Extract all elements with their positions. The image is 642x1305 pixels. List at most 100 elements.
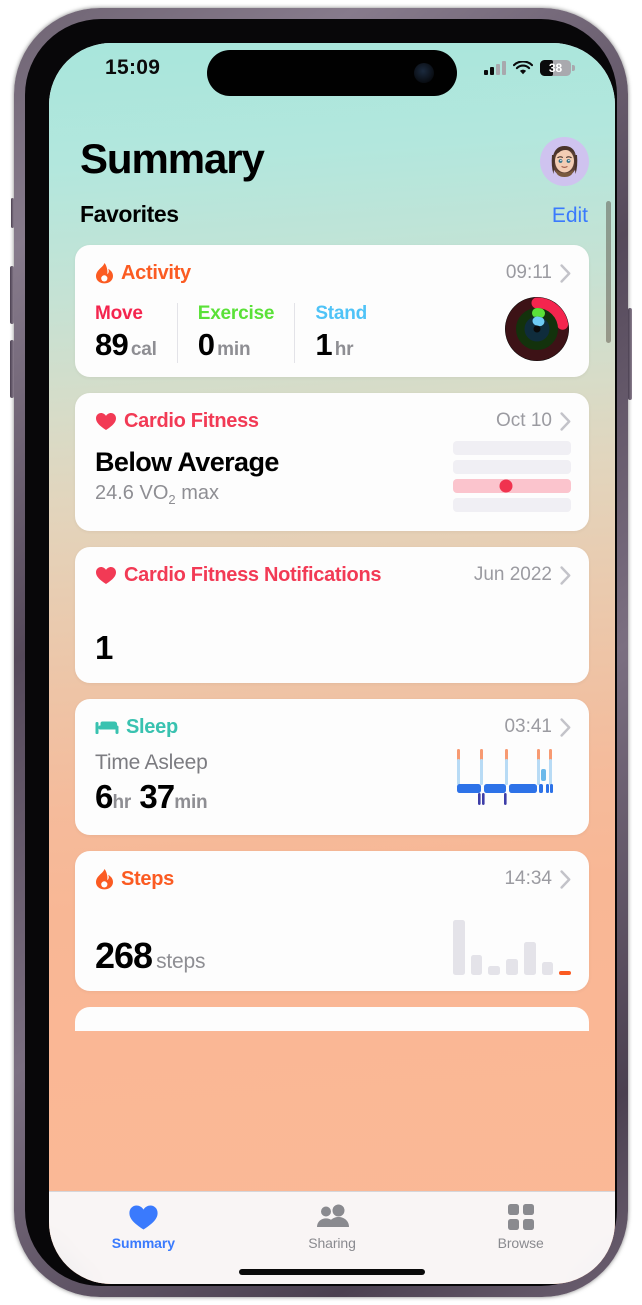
cardio-fitness-vo2-suffix: max bbox=[181, 482, 219, 504]
cardio-fitness-notifications-body: 1 bbox=[95, 589, 571, 669]
cardio-range-bar-above-average bbox=[453, 460, 571, 474]
exercise-unit: min bbox=[217, 339, 251, 360]
steps-bar bbox=[470, 955, 483, 975]
tab-summary[interactable]: Summary bbox=[49, 1192, 238, 1284]
steps-bar bbox=[506, 959, 518, 975]
steps-card-meta: 14:34 bbox=[504, 868, 571, 890]
move-unit: cal bbox=[130, 339, 157, 360]
steps-mini-chart bbox=[453, 913, 572, 975]
cellular-signal-icon bbox=[484, 61, 506, 75]
cardio-range-bar-low bbox=[453, 498, 571, 512]
stand-value: 1 bbox=[315, 327, 332, 362]
grid-icon bbox=[507, 1202, 534, 1232]
battery-icon: 38 bbox=[540, 60, 575, 76]
sleep-card-body: Time Asleep 6hr 37min bbox=[95, 741, 571, 821]
steps-unit: steps bbox=[156, 950, 206, 973]
activity-metric-stand: Stand 1 hr bbox=[294, 303, 387, 363]
tab-summary-label: Summary bbox=[111, 1235, 175, 1251]
tab-sharing-label: Sharing bbox=[308, 1235, 356, 1251]
sleep-minutes: 37 bbox=[139, 778, 175, 815]
steps-bar bbox=[453, 920, 465, 975]
cardio-fitness-vo2-sub: 2 bbox=[168, 492, 176, 507]
cardio-fitness-card-meta: Oct 10 bbox=[496, 410, 571, 432]
tab-browse[interactable]: Browse bbox=[426, 1192, 615, 1284]
move-value-row: 89 cal bbox=[95, 327, 157, 363]
favorites-section-header: Favorites Edit bbox=[49, 193, 615, 245]
exercise-value-row: 0 min bbox=[198, 327, 275, 363]
cardio-range-bar-below-average bbox=[453, 479, 571, 493]
steps-bar bbox=[523, 942, 536, 975]
exercise-value: 0 bbox=[197, 327, 215, 362]
heart-icon bbox=[128, 1202, 159, 1232]
sleep-card[interactable]: Sleep 03:41 Time Asleep 6hr 37min bbox=[75, 699, 589, 835]
steps-timestamp: 14:34 bbox=[504, 868, 552, 889]
page-header: Summary bbox=[49, 97, 615, 193]
stand-unit: hr bbox=[334, 339, 354, 360]
steps-card[interactable]: Steps 14:34 268 steps bbox=[75, 851, 589, 991]
sleep-timestamp: 03:41 bbox=[504, 716, 552, 737]
flame-icon bbox=[95, 262, 114, 284]
activity-card-header: Activity 09:11 bbox=[95, 259, 571, 287]
cardio-fitness-notifications-header: Cardio Fitness Notifications Jun 2022 bbox=[95, 561, 571, 589]
chevron-right-icon bbox=[560, 717, 571, 737]
cardio-fitness-vo2-value: 24.6 bbox=[95, 482, 134, 504]
cardio-fitness-notifications-timestamp: Jun 2022 bbox=[473, 564, 552, 585]
cardio-fitness-notifications-card[interactable]: Cardio Fitness Notifications Jun 2022 1 bbox=[75, 547, 589, 683]
page-title: Summary bbox=[80, 135, 265, 182]
steps-card-header: Steps 14:34 bbox=[95, 865, 571, 893]
volume-up-button[interactable] bbox=[10, 266, 14, 324]
status-bar-clock: 15:09 bbox=[105, 56, 161, 79]
move-value: 89 bbox=[95, 327, 129, 362]
cardio-fitness-notifications-meta: Jun 2022 bbox=[474, 564, 571, 586]
activity-metric-move: Move 89 cal bbox=[95, 303, 177, 363]
exercise-label: Exercise bbox=[197, 303, 275, 324]
activity-card-title: Activity bbox=[121, 261, 191, 284]
next-card-partial[interactable] bbox=[75, 1007, 589, 1031]
chevron-right-icon bbox=[560, 869, 571, 889]
cardio-fitness-card-body: Below Average 24.6 VO2 max bbox=[95, 435, 571, 517]
phone-bezel: 15:09 38 Summary Favorites Edit Activity… bbox=[25, 19, 617, 1286]
mute-switch[interactable] bbox=[11, 198, 14, 228]
edit-button[interactable]: Edit bbox=[552, 204, 588, 228]
people-icon bbox=[315, 1202, 349, 1232]
sleep-card-title: Sleep bbox=[126, 715, 178, 738]
cardio-fitness-range-bars bbox=[453, 441, 571, 512]
cardio-range-marker-dot bbox=[499, 479, 513, 493]
steps-count: 268 bbox=[95, 935, 153, 976]
sleep-minutes-unit: min bbox=[174, 792, 208, 813]
home-indicator[interactable] bbox=[239, 1269, 425, 1275]
scroll-indicator[interactable] bbox=[606, 201, 611, 343]
sleep-stages-chart bbox=[457, 749, 553, 805]
sleep-card-meta: 03:41 bbox=[504, 716, 571, 738]
cardio-fitness-vo2-prefix: VO bbox=[139, 482, 169, 504]
volume-down-button[interactable] bbox=[10, 340, 14, 398]
cardio-fitness-card-header: Cardio Fitness Oct 10 bbox=[95, 407, 571, 435]
battery-percent-label: 38 bbox=[548, 61, 563, 75]
steps-value-row: 268 steps bbox=[95, 935, 205, 977]
heart-icon bbox=[95, 566, 117, 585]
front-camera-icon bbox=[414, 63, 434, 83]
favorites-title: Favorites bbox=[80, 201, 179, 227]
heart-icon bbox=[95, 412, 117, 431]
wifi-icon bbox=[513, 60, 533, 74]
cardio-fitness-timestamp: Oct 10 bbox=[496, 410, 552, 431]
tab-browse-label: Browse bbox=[497, 1235, 544, 1251]
steps-card-title: Steps bbox=[121, 867, 174, 890]
cardio-fitness-notifications-title: Cardio Fitness Notifications bbox=[124, 563, 382, 586]
stand-label: Stand bbox=[315, 303, 368, 324]
chevron-right-icon bbox=[560, 411, 571, 431]
phone-frame: 15:09 38 Summary Favorites Edit Activity… bbox=[10, 8, 632, 1297]
steps-bar bbox=[559, 971, 572, 975]
cardio-fitness-card-title: Cardio Fitness bbox=[124, 409, 259, 432]
summary-scroll-area[interactable]: Summary Favorites Edit Activity 09:11 Mo… bbox=[49, 97, 615, 1191]
cardio-fitness-notifications-count: 1 bbox=[95, 629, 113, 666]
activity-card[interactable]: Activity 09:11 Move 89 cal Exercise 0 mi… bbox=[75, 245, 589, 377]
steps-card-body: 268 steps bbox=[95, 893, 572, 977]
cardio-fitness-card[interactable]: Cardio Fitness Oct 10 Below Average 24.6… bbox=[75, 393, 589, 531]
power-button[interactable] bbox=[628, 308, 632, 400]
sleep-hours: 6 bbox=[95, 778, 113, 815]
activity-metrics: Move 89 cal Exercise 0 min Stand 1 hr bbox=[95, 303, 571, 363]
cardio-range-bar-high bbox=[453, 441, 571, 455]
memoji-avatar[interactable] bbox=[540, 137, 589, 186]
chevron-right-icon bbox=[560, 565, 571, 585]
